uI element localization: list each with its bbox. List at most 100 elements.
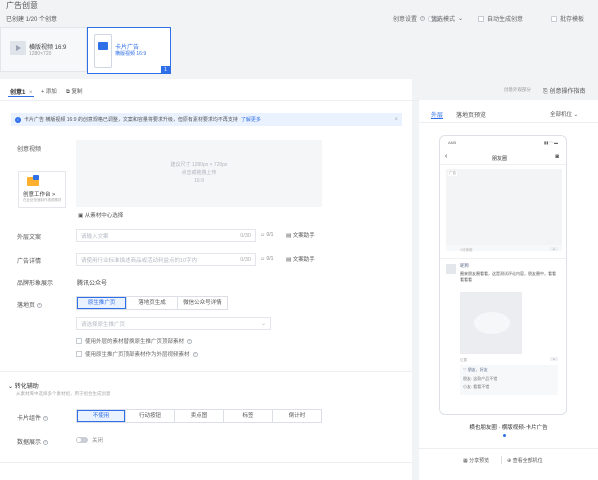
share-preview-button[interactable]: ▦ 分享预览 [463,457,489,464]
notice-bar: i 卡片广告 横版视频 16:9 的创意规格已调整，文案和容量将要求升级，但原有… [11,113,402,126]
location-tag: 位置 [460,358,467,362]
search-icon: ⊕ [507,458,512,464]
add-label: 添加 [45,89,57,95]
checkbox[interactable] [76,338,82,344]
help-icon: ? [42,415,48,421]
assist-desc: 从素材库中选择多个素材组，用于组合生成创意 [16,391,111,396]
checkbox[interactable] [76,351,82,357]
detail-label: 广告详情 [17,259,42,265]
preview-tab-landing[interactable]: 落地页预览 [456,110,486,119]
brief-placeholder: 请输入文案 [81,233,109,240]
image-icon: ▣ [78,213,84,219]
notice-link[interactable]: 了解更多 [241,116,261,123]
auto-save-checkbox[interactable]: 自动生成创意 [478,14,523,23]
preview-link[interactable]: 创意外观部分 [504,87,531,93]
studio-icon [27,175,39,186]
detail-input[interactable]: 请使用行业标准描述商品或活动利益点的10字内 0/30 [76,253,256,266]
studio-title: 创意工作台 > [23,192,56,198]
phone-thumb-icon [94,34,112,68]
help-icon: ? [36,302,42,308]
creative-badge: 1 [161,66,170,74]
help-icon: ? [420,16,426,21]
copy-helper-button[interactable]: ▤ 文案助手 [286,231,315,239]
check-use-top[interactable]: 使用原生推广页顶部素材作为外层视频素材 ? [76,350,198,358]
status-icons: ▮▮ ◠ ▬ [543,140,558,145]
ad-video[interactable]: 广告 [446,169,562,251]
brief-input[interactable]: 请输入文案 0/30 [76,229,256,242]
card-option-action[interactable]: 行动按钮 [126,410,175,422]
more-icon[interactable]: •• [550,247,558,251]
creative-ops-button[interactable]: ⎘ 创意操作指南 [543,86,586,96]
comment-image[interactable] [460,292,522,354]
detail-placeholder: 请使用行业标准描述商品或活动利益点的10字内 [81,257,198,264]
studio-button[interactable]: 创意工作台 > 在此处快速制作视频素材 [18,171,66,208]
close-icon[interactable]: × [394,117,398,123]
view-all-button[interactable]: ⊕ 查看全部机位 [507,457,543,464]
detail-counter: 0/30 [240,256,251,263]
checkbox[interactable] [478,15,484,22]
tab-creative-1[interactable]: 创意1 × [10,87,33,96]
video-label: 创意视频 [17,147,42,153]
helper-icon: ▤ [286,233,292,239]
chevron-down-icon: ⌄ [573,112,579,118]
more-icon[interactable]: •• [550,357,558,361]
upload-ratio: 16:9 [194,178,204,184]
creative-card-video[interactable]: 横版视频 16:9 1280×720 [0,27,87,72]
save-template-button[interactable]: 批存模板 [551,14,584,23]
back-icon[interactable]: ‹ [445,153,447,160]
card-label: 卡片组件 ? [17,415,48,422]
emoji-icon[interactable]: ☺ [260,256,265,262]
template-icon [551,15,557,22]
mode-select-label: 优选模式 [431,17,456,23]
card-option-countdown[interactable]: 倒计时 [273,410,321,422]
chevron-down-icon: ⌄ [8,384,14,390]
copy-button[interactable]: ⧉ 复制 [66,87,82,96]
guide-icon: ⎘ [543,89,548,95]
creative-count: 已创建 1/20 个创意 [6,17,58,23]
landing-placeholder: 请选择原生推广页 [81,321,126,328]
check-label: 使用外层的素材替换原生推广页顶部素材 [85,339,185,345]
creative-settings-label: 创意设置 [393,17,418,23]
landing-tab-official[interactable]: 微信公众号详情 [178,297,227,309]
nav-title: 朋友圈 [492,156,508,162]
card-option-none[interactable]: 不使用 [77,410,126,422]
data-label: 数据展示 ? [17,439,48,446]
position-dropdown[interactable]: 全部机位 ⌄ [550,110,578,118]
library-button[interactable]: ▣ 从素材中心选择 [78,211,123,219]
creative-card-selected[interactable]: 卡片广告 横版视频 16:9 1 [87,27,171,74]
landing-tab-generate[interactable]: 落地页生成 [127,297,178,309]
chevron-down-icon: ⌄ [458,16,464,22]
save-template-label: 批存模板 [560,17,585,23]
mode-select[interactable]: 优选模式 ⌄ [431,14,463,23]
card-option-tag[interactable]: 标签 [224,410,273,422]
landing-tabs: 原生推广页 落地页生成 微信公众号详情 [76,296,228,310]
toggle-switch[interactable] [76,437,88,443]
video-upload-area[interactable]: 建议尺寸 1280px × 720px 点击或拖拽上传 16:9 [76,140,322,207]
info-icon: i [15,116,21,123]
comment-text: 圈来朋友圈看看，这是测试评论内容，朋友圈中，看看看看看 [460,271,556,282]
emoji-icon[interactable]: ☺ [260,232,265,238]
notice-text: 卡片广告 横版视频 16:9 的创意规格已调整，文案和容量将要求升级，但原有素材… [24,117,238,123]
upload-hint: 建议尺寸 1280px × 720px [170,162,228,168]
card-option-selling[interactable]: 卖点图 [175,410,224,422]
landing-tab-native[interactable]: 原生推广页 [77,297,128,309]
check-replace-top[interactable]: 使用外层的素材替换原生推广页顶部素材 ? [76,337,193,345]
detail-helper-button[interactable]: ▤ 文案助手 [286,255,315,263]
help-icon: ? [187,338,193,344]
add-button[interactable]: + 添加 [41,87,57,95]
brand-value: 腾讯公众号 [77,281,108,287]
landing-select[interactable]: 请选择原生推广页 ⌄ [76,317,271,330]
upload-hint2: 点击或拖拽上传 [181,170,217,176]
copy-icon: ⧉ [66,89,70,95]
landing-label: 落地页 ? [17,302,42,309]
detail-count2: ☺ 0/1 [260,256,274,262]
camera-icon[interactable]: ◙ [555,154,559,160]
brief-count2: ☺ 0/1 [260,232,274,238]
carousel-dot[interactable] [503,434,506,437]
plus-icon: + [41,89,45,95]
data-toggle-label: 关闭 [92,438,104,444]
assist-title[interactable]: ⌄ 转化辅助 [8,381,39,390]
data-toggle[interactable]: 关闭 [76,436,103,444]
ad-time: 1分钟前 [460,248,473,252]
helper-label: 文案助手 [292,233,315,239]
